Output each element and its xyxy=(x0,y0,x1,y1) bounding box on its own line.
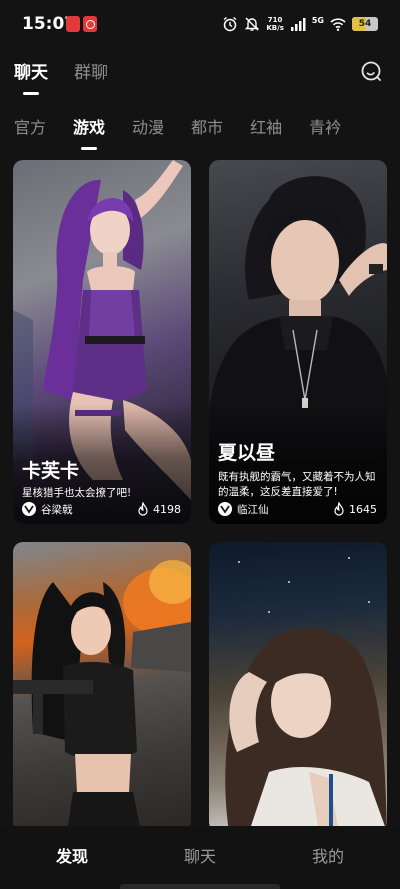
character-card-3[interactable] xyxy=(13,542,191,832)
active-category-indicator xyxy=(81,147,98,150)
author-name: 谷梁戟 xyxy=(41,503,73,516)
network-type: 5G xyxy=(311,15,324,25)
nav-chat[interactable]: 聊天 xyxy=(160,843,240,867)
nav-me[interactable]: 我的 xyxy=(288,843,368,867)
category-tab-official[interactable]: 官方 xyxy=(14,114,46,150)
character-portrait xyxy=(225,557,387,832)
author-name: 临江仙 xyxy=(237,503,269,516)
network-speed: 710 KB/s xyxy=(266,16,284,32)
character-description: 既有执舰的霸气，又藏着不为人知的温柔，这反差直接爱了! xyxy=(218,471,376,498)
category-tab-label: 动漫 xyxy=(132,118,165,137)
status-icons: 710 KB/s 5G 54 xyxy=(222,14,378,34)
status-bar: 15:07 710 KB/s 5G 54 xyxy=(0,0,400,48)
wifi-icon xyxy=(330,18,346,31)
likes-value: 1645 xyxy=(349,502,377,516)
category-tab-games[interactable]: 游戏 xyxy=(73,114,105,150)
likes-count: 4198 xyxy=(137,502,181,516)
character-name: 卡芙卡 xyxy=(22,460,80,482)
character-card-xia-yizhou[interactable]: 夏以昼 既有执舰的霸气，又藏着不为人知的温柔，这反差直接爱了! 临江仙 1645 xyxy=(209,160,387,524)
category-tabs: 官方 游戏 动漫 都市 红袖 青衿 xyxy=(14,114,341,150)
active-tab-indicator xyxy=(23,92,39,95)
category-tab-qingjin[interactable]: 青衿 xyxy=(309,114,341,150)
top-tabs: 聊天 群聊 xyxy=(14,58,108,95)
tab-group-chat[interactable]: 群聊 xyxy=(74,58,108,95)
cell-signal-icon xyxy=(290,18,306,31)
mute-bell-icon xyxy=(245,17,260,31)
tab-group-chat-label: 群聊 xyxy=(74,63,108,83)
category-tab-hongxiu[interactable]: 红袖 xyxy=(250,114,282,150)
tab-chat-label: 聊天 xyxy=(14,63,48,83)
character-card-4[interactable] xyxy=(209,542,387,832)
card-footer: 谷梁戟 4198 xyxy=(22,501,181,517)
notification-app-icon xyxy=(66,16,80,32)
category-tab-urban[interactable]: 都市 xyxy=(191,114,223,150)
likes-count: 1645 xyxy=(333,502,377,516)
home-indicator[interactable] xyxy=(120,884,280,889)
category-tab-label: 都市 xyxy=(191,118,224,137)
tab-chat[interactable]: 聊天 xyxy=(14,58,48,95)
likes-value: 4198 xyxy=(153,502,181,516)
character-portrait xyxy=(13,560,191,832)
bottom-navigation: 发现 聊天 我的 xyxy=(0,826,400,889)
search-icon[interactable] xyxy=(360,60,382,82)
battery-indicator: 54 xyxy=(352,17,378,31)
fire-icon xyxy=(138,502,148,516)
battery-level: 54 xyxy=(358,19,372,29)
character-name: 夏以昼 xyxy=(218,442,276,464)
fire-icon xyxy=(334,502,344,516)
category-tab-label: 青衿 xyxy=(309,118,342,137)
music-app-icon xyxy=(83,16,97,32)
character-card-kafka[interactable]: 卡芙卡 星核猎手也太会撩了吧! 谷梁戟 4198 xyxy=(13,160,191,524)
character-description: 星核猎手也太会撩了吧! xyxy=(22,487,132,499)
alarm-icon xyxy=(223,16,237,32)
nav-discover[interactable]: 发现 xyxy=(32,843,112,867)
card-footer: 临江仙 1645 xyxy=(218,501,377,517)
category-tab-label: 官方 xyxy=(14,118,47,137)
author-badge-icon xyxy=(218,502,232,516)
category-tab-label: 红袖 xyxy=(250,118,283,137)
author-badge-icon xyxy=(22,502,36,516)
category-tab-anime[interactable]: 动漫 xyxy=(132,114,164,150)
category-tab-label: 游戏 xyxy=(73,118,106,137)
